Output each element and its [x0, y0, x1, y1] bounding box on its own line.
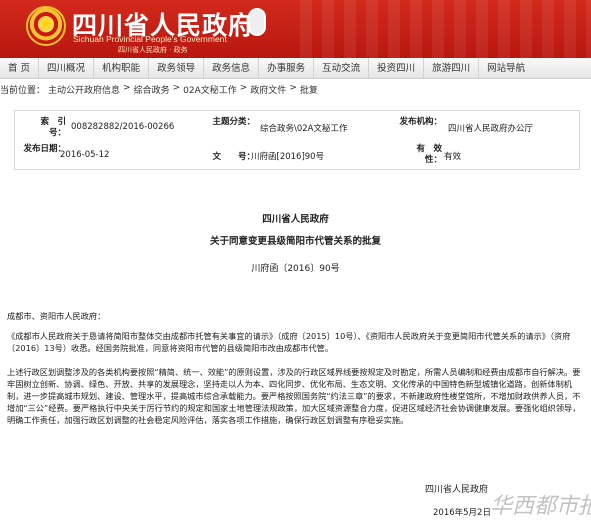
signature-date: 2016年5月2日 [433, 508, 491, 518]
validity-value: 有效 [444, 152, 462, 162]
header-skyline-graphic [300, 0, 591, 58]
issuer-label: 发布机构： [399, 117, 442, 127]
nav-item-invest[interactable]: 投资四川 [369, 57, 425, 79]
site-subtitle: Sichuan Provincial People's Government [73, 34, 227, 44]
breadcrumb-separator: > [123, 83, 131, 93]
nav-item-services[interactable]: 办事服务 [259, 57, 315, 79]
publish-date-value: 2016-05-12 [60, 150, 110, 160]
breadcrumb: 当前位置： 主动公开政府信息 > 综合政务 > 02A文秘工作 > 政府文件 >… [0, 83, 591, 97]
topic-category-value: 综合政务\02A文秘工作 [260, 124, 348, 134]
document-number: 川府函〔2016〕90号 [251, 264, 340, 274]
document-paragraph: 上述行政区划调整涉及的各类机构要按照“精简、统一、效能”的原则设置，涉及的行政区… [7, 367, 581, 425]
document-addressee: 成都市、资阳市人民政府： [7, 311, 106, 321]
validity-label: 有 效 性： [416, 144, 451, 165]
breadcrumb-separator: > [289, 83, 297, 93]
nav-item-overview[interactable]: 四川概况 [39, 57, 95, 79]
nav-item-home[interactable]: 首 页 [0, 57, 40, 79]
newspaper-watermark: 华西都市报 [490, 494, 591, 519]
nav-item-news[interactable]: 政务信息 [204, 57, 260, 79]
breadcrumb-link-general-affairs[interactable]: 综合政务 [134, 83, 170, 97]
breadcrumb-prefix: 当前位置： [0, 86, 46, 96]
document-number-value: 川府函[2016]90号 [251, 152, 325, 162]
nav-item-interaction[interactable]: 互动交流 [314, 57, 370, 79]
site-header-banner: ★ 四川省人民政府 Sichuan Provincial People's Go… [0, 0, 591, 58]
document-issuing-org: 四川省人民政府 [262, 214, 329, 225]
document-meta-table: 索 引 号： 008282882/2016-00266 主题分类： 综合政务\0… [14, 110, 580, 170]
nav-item-leaders[interactable]: 政务领导 [149, 57, 205, 79]
document-number-label: 文 号： [212, 152, 255, 162]
nav-item-tourism[interactable]: 旅游四川 [424, 57, 480, 79]
breadcrumb-link-reply[interactable]: 批复 [300, 83, 318, 97]
breadcrumb-separator: > [172, 83, 181, 93]
index-number-label: 索 引 号： [40, 117, 75, 138]
national-emblem-icon: ★ [26, 6, 66, 46]
index-number-value: 008282882/2016-00266 [71, 122, 175, 132]
site-tagline: 四川省人民政府 · 政务 [118, 46, 188, 54]
document-paragraph: 《成都市人民政府关于恳请将简阳市整体交由成都市托管有关事宜的请示》（成府〔201… [7, 331, 571, 353]
breadcrumb-separator: > [239, 83, 248, 93]
topic-category-label: 主题分类： [212, 117, 255, 127]
breadcrumb-link-gov-docs[interactable]: 政府文件 [250, 83, 286, 97]
document-title: 关于同意变更县级简阳市代管关系的批复 [209, 236, 381, 247]
breadcrumb-link-secretarial[interactable]: 02A文秘工作 [183, 83, 237, 97]
issuer-value: 四川省人民政府办公厅 [448, 124, 534, 134]
nav-item-sitemap[interactable]: 网站导航 [479, 58, 533, 79]
panda-mascot-icon [248, 8, 266, 36]
nav-item-agencies[interactable]: 机构职能 [94, 57, 150, 79]
signature-org: 四川省人民政府 [425, 485, 489, 495]
breadcrumb-link-public-info[interactable]: 主动公开政府信息 [48, 83, 120, 97]
main-navigation: 首 页 四川概况 机构职能 政务领导 政务信息 办事服务 互动交流 投资四川 旅… [0, 57, 591, 79]
